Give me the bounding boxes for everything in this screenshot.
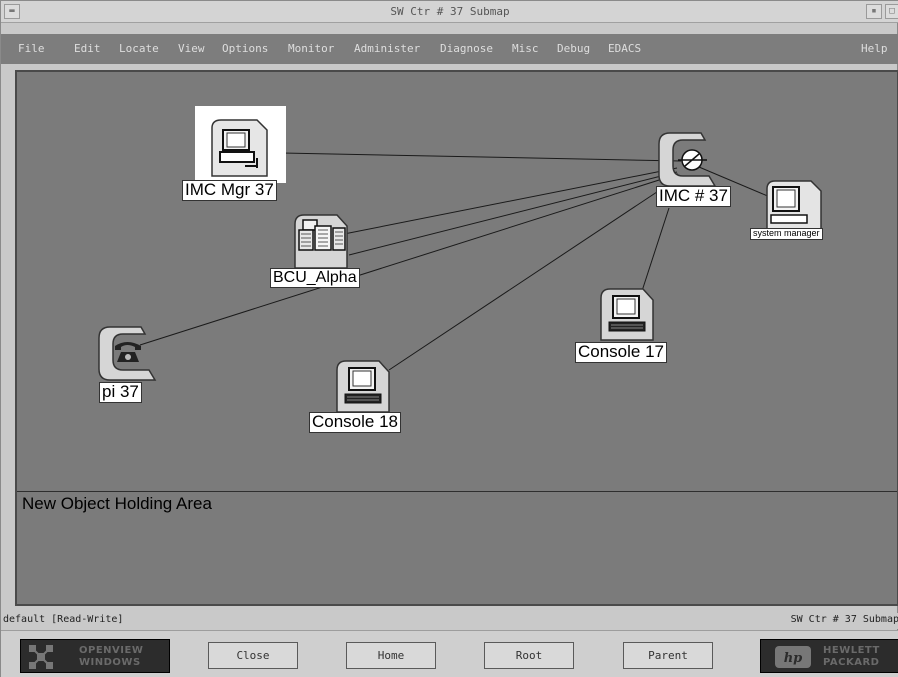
- node-label[interactable]: IMC Mgr 37: [182, 180, 277, 201]
- link-bcu-imc-2[interactable]: [348, 171, 678, 256]
- title-bar[interactable]: ▬ SW Ctr # 37 Submap ▪ □: [1, 1, 898, 23]
- network-hub-icon: [658, 132, 717, 187]
- menu-diagnose[interactable]: Diagnose: [440, 42, 493, 55]
- node-label[interactable]: Console 17: [575, 342, 668, 363]
- parent-button[interactable]: Parent: [623, 642, 713, 669]
- link-console17-imc[interactable]: [641, 207, 670, 292]
- node-console-17[interactable]: Console 17: [575, 286, 668, 363]
- menu-administer[interactable]: Administer: [354, 42, 420, 55]
- menu-edacs[interactable]: EDACS: [608, 42, 641, 55]
- menu-edit[interactable]: Edit: [74, 42, 101, 55]
- menu-options[interactable]: Options: [222, 42, 268, 55]
- window-title: SW Ctr # 37 Submap: [390, 5, 510, 18]
- app-window: ▬ SW Ctr # 37 Submap ▪ □ File Edit Locat…: [0, 0, 898, 677]
- root-button[interactable]: Root: [484, 642, 574, 669]
- hp-logo-line2: PACKARD: [823, 657, 880, 668]
- hp-logo-icon: hp: [775, 646, 811, 668]
- menu-view[interactable]: View: [178, 42, 205, 55]
- home-button[interactable]: Home: [346, 642, 436, 669]
- node-pi[interactable]: pi 37: [97, 324, 157, 403]
- hewlett-packard-logo: hp HEWLETT PACKARD: [760, 639, 898, 673]
- maximize-button[interactable]: □: [885, 4, 898, 19]
- status-mode: default [Read-Write]: [3, 614, 124, 625]
- openview-logo: OPENVIEW WINDOWS: [20, 639, 170, 673]
- openview-logo-icon: [29, 645, 53, 669]
- menu-help[interactable]: Help: [861, 42, 888, 55]
- status-map-name: SW Ctr # 37 Submap: [790, 614, 898, 625]
- openview-logo-line1: OPENVIEW: [79, 645, 144, 656]
- close-button[interactable]: Close: [208, 642, 298, 669]
- maximize-icon: □: [889, 6, 895, 16]
- node-label[interactable]: system manager: [750, 228, 823, 240]
- server-icon: [294, 214, 348, 269]
- link-imcmgr-imc[interactable]: [281, 152, 682, 162]
- menu-misc[interactable]: Misc: [512, 42, 539, 55]
- menu-debug[interactable]: Debug: [557, 42, 590, 55]
- menu-monitor[interactable]: Monitor: [288, 42, 334, 55]
- computer-icon: [766, 180, 822, 230]
- workstation-icon: [211, 119, 268, 177]
- button-bar: OPENVIEW WINDOWS Close Home Root Parent …: [1, 630, 898, 677]
- console-icon: [336, 360, 390, 413]
- menu-locate[interactable]: Locate: [119, 42, 159, 55]
- status-bar: default [Read-Write] SW Ctr # 37 Submap: [1, 613, 898, 629]
- node-label[interactable]: pi 37: [99, 382, 142, 403]
- menu-bar: File Edit Locate View Options Monitor Ad…: [1, 34, 898, 64]
- svg-text:hp: hp: [784, 651, 803, 666]
- openview-logo-line2: WINDOWS: [79, 657, 141, 668]
- minimize-button[interactable]: ▪: [866, 4, 882, 19]
- menu-file[interactable]: File: [18, 42, 45, 55]
- node-bcu-alpha[interactable]: BCU_Alpha: [270, 212, 360, 288]
- console-icon: [600, 288, 654, 341]
- node-label[interactable]: BCU_Alpha: [270, 268, 360, 288]
- telephone-icon: [98, 326, 157, 381]
- submap-canvas[interactable]: IMC Mgr 37 IMC # 37 system manager BCU_A…: [15, 70, 898, 606]
- minimize-icon: ▪: [871, 6, 877, 16]
- node-label[interactable]: IMC # 37: [656, 186, 731, 207]
- node-label[interactable]: Console 18: [309, 412, 402, 433]
- node-console-18[interactable]: Console 18: [309, 358, 402, 433]
- link-bcu-imc[interactable]: [343, 167, 678, 235]
- hp-logo-line1: HEWLETT: [823, 645, 880, 656]
- node-imc[interactable]: IMC # 37: [656, 130, 731, 207]
- node-system-manager[interactable]: system manager: [750, 179, 825, 240]
- holding-area[interactable]: [17, 492, 897, 604]
